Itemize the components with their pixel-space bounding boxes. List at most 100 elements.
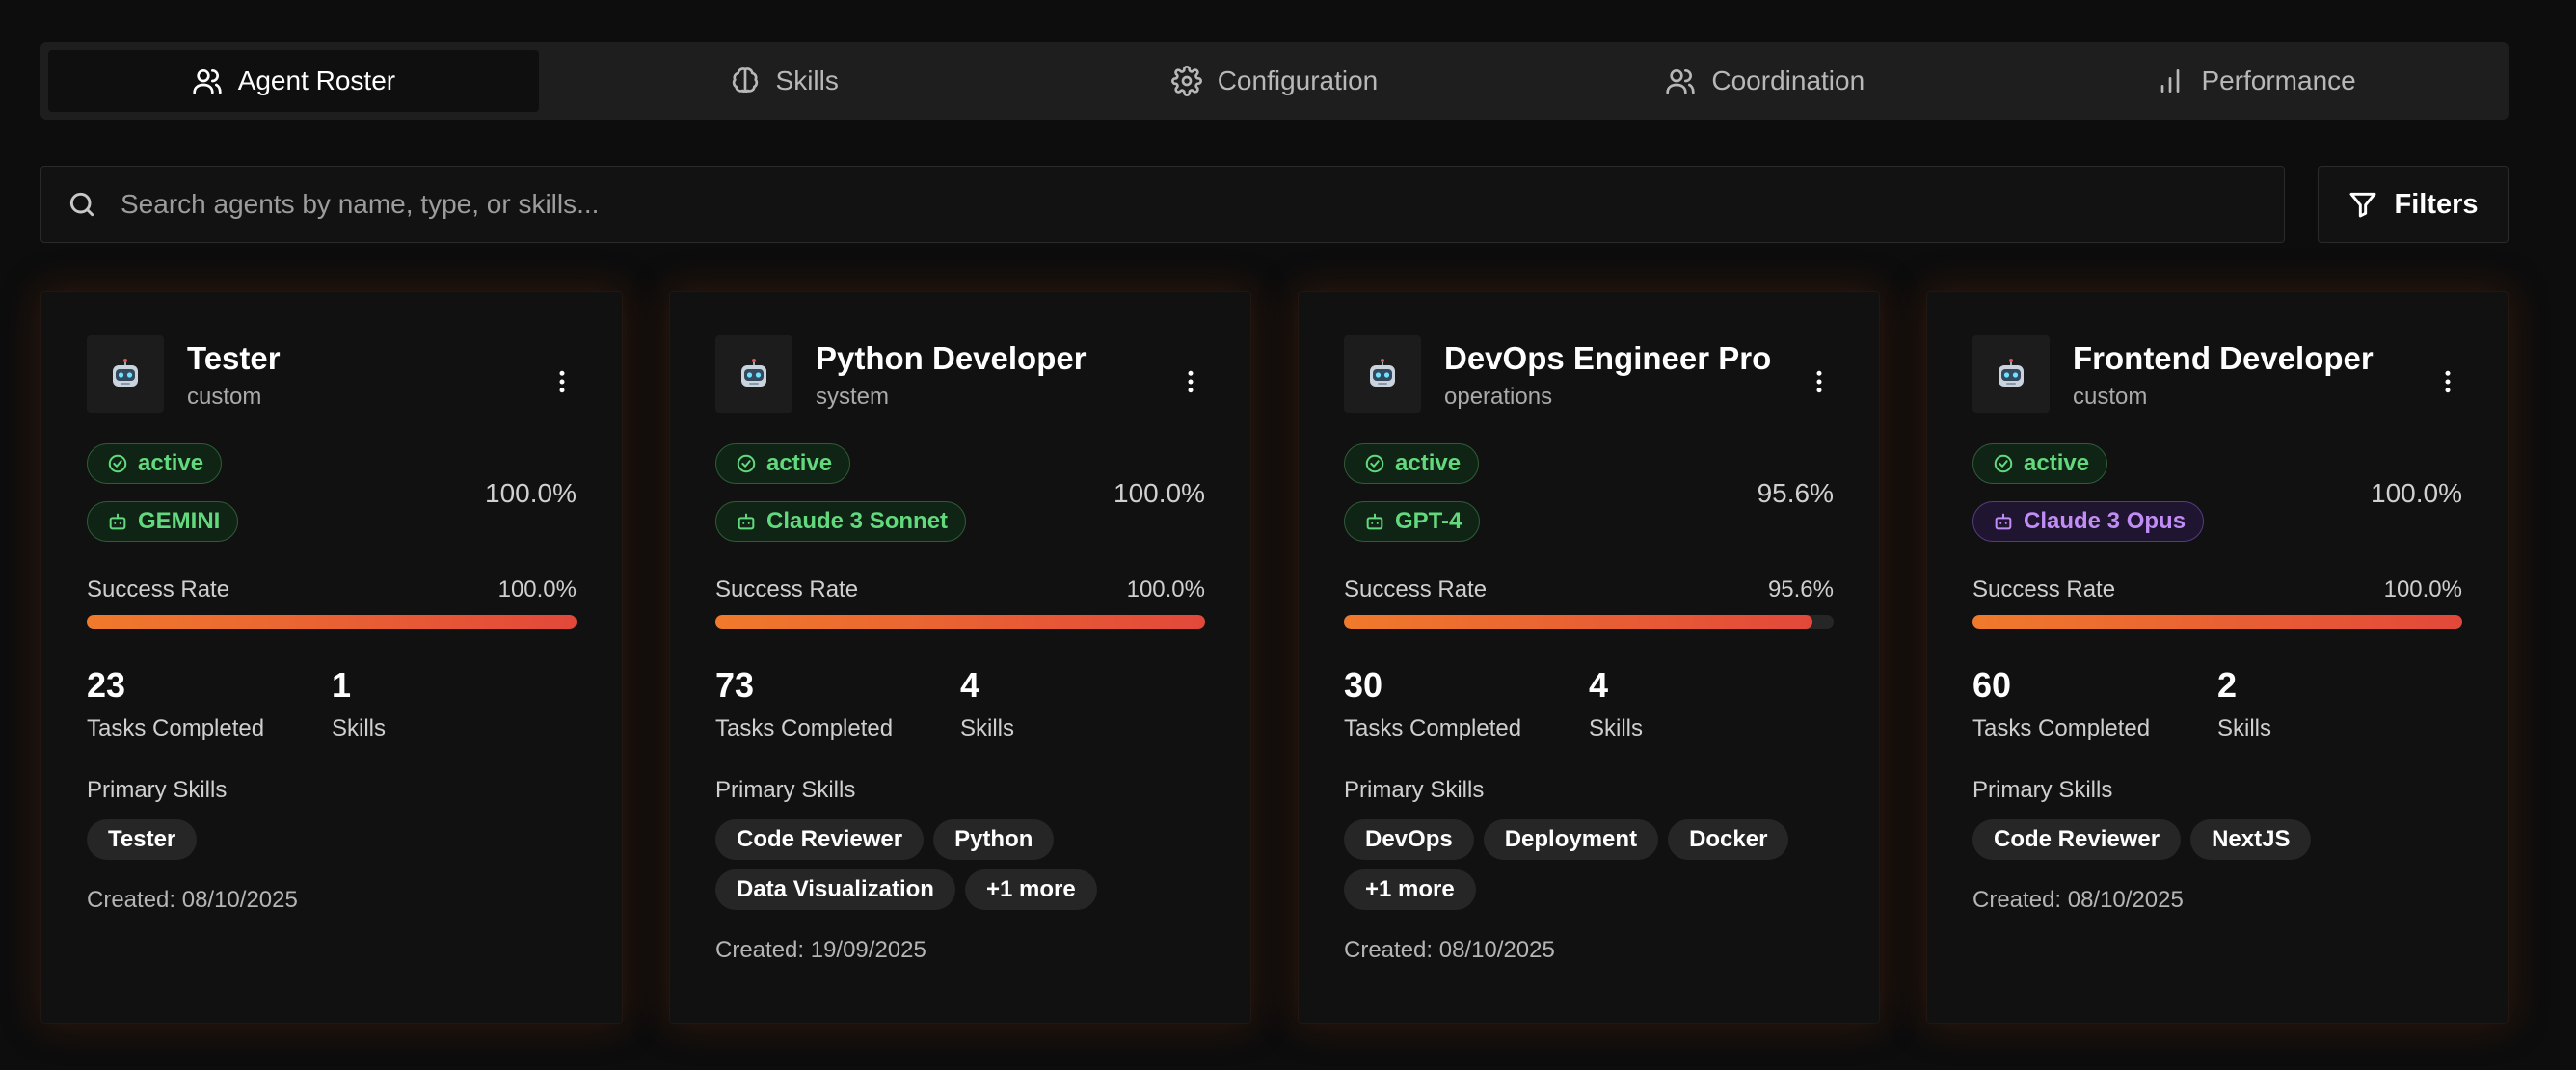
agent-card[interactable]: DevOps Engineer Pro operations active GP…: [1298, 291, 1880, 1024]
skill-chips: Tester: [87, 819, 577, 860]
tab-label: Skills: [775, 66, 839, 95]
tab-coordination[interactable]: Coordination: [1519, 50, 2010, 112]
search-icon: [69, 192, 94, 217]
brain-icon: [732, 67, 758, 93]
robot-avatar: [87, 335, 164, 413]
primary-skills-label: Primary Skills: [87, 777, 228, 803]
skills-count: 4: [1589, 665, 1609, 705]
filter-icon: [2350, 192, 2376, 218]
status-badge: active: [1972, 443, 2108, 484]
more-vertical-icon: [2445, 370, 2451, 393]
tab-agent-roster[interactable]: Agent Roster: [48, 50, 539, 112]
filters-label: Filters: [2394, 188, 2479, 220]
agent-type: custom: [187, 384, 262, 410]
success-rate-bar-fill: [1972, 615, 2462, 629]
tasks-completed-count: 23: [87, 665, 126, 705]
skills-count: 2: [2217, 665, 2238, 705]
search-input[interactable]: [121, 189, 2284, 220]
model-text: Claude 3 Sonnet: [766, 508, 949, 534]
status-badge: active: [715, 443, 851, 484]
more-options-button[interactable]: [548, 362, 577, 401]
skill-chip: Docker: [1668, 819, 1789, 860]
success-rate-label: Success Rate: [1344, 576, 1488, 602]
success-rate-label: Success Rate: [1972, 576, 2116, 602]
skill-chip: Python: [933, 819, 1055, 860]
robot-icon: [1999, 359, 2024, 387]
success-rate-bar: [1344, 615, 1834, 629]
more-skills-chip[interactable]: +1 more: [1344, 869, 1476, 910]
skill-chip: Code Reviewer: [715, 819, 925, 860]
created-date: Created: 08/10/2025: [1972, 887, 2184, 913]
bot-icon: [109, 513, 126, 530]
skills-count: 4: [960, 665, 980, 705]
skill-chip: NextJS: [2190, 819, 2312, 860]
skill-chip: Tester: [87, 819, 198, 860]
robot-avatar: [715, 335, 792, 413]
model-badge: GEMINI: [87, 501, 239, 542]
agent-card[interactable]: Python Developer system active Claude 3 …: [669, 291, 1251, 1024]
tasks-completed-label: Tasks Completed: [87, 715, 265, 741]
agent-card[interactable]: Frontend Developer custom active Claude …: [1926, 291, 2509, 1024]
robot-icon: [741, 359, 766, 387]
status-text: active: [766, 450, 833, 476]
model-text: GPT-4: [1395, 508, 1462, 534]
status-text: active: [138, 450, 204, 476]
more-vertical-icon: [559, 370, 565, 393]
tab-skills[interactable]: Skills: [539, 50, 1030, 112]
agent-name: Python Developer: [816, 340, 1087, 376]
tab-label: Agent Roster: [237, 66, 396, 95]
check-circle-icon: [1365, 454, 1384, 473]
status-text: active: [2024, 450, 2090, 476]
bot-icon: [1995, 513, 2012, 530]
gear-icon: [1170, 66, 1202, 96]
status-badge: active: [87, 443, 223, 484]
agent-name: DevOps Engineer Pro: [1444, 340, 1772, 376]
bot-icon: [1366, 513, 1383, 530]
skills-label: Skills: [1589, 715, 1644, 741]
agent-name: Frontend Developer: [2073, 340, 2374, 376]
success-rate-bar-fill: [1344, 615, 1812, 629]
skills-label: Skills: [2217, 715, 2272, 741]
agent-type: system: [816, 384, 890, 410]
skill-chip: DevOps: [1344, 819, 1474, 860]
model-text: GEMINI: [138, 508, 221, 534]
success-rate-value: 100.0%: [2371, 478, 2462, 508]
status-text: active: [1395, 450, 1462, 476]
skills-count: 1: [332, 665, 352, 705]
success-rate-label: Success Rate: [87, 576, 230, 602]
more-options-button[interactable]: [1176, 362, 1205, 401]
check-circle-icon: [737, 454, 756, 473]
bot-icon: [738, 513, 755, 530]
primary-skills-label: Primary Skills: [715, 777, 856, 803]
agent-name: Tester: [187, 340, 281, 376]
tasks-completed-label: Tasks Completed: [715, 715, 894, 741]
agent-card[interactable]: Tester custom active GEMINI 100.0% Succe…: [40, 291, 623, 1024]
tab-performance[interactable]: Performance: [2010, 50, 2501, 112]
users-icon: [1666, 69, 1696, 94]
success-rate-bar: [715, 615, 1205, 629]
skill-chip: Code Reviewer: [1972, 819, 2182, 860]
created-date: Created: 08/10/2025: [1344, 937, 1555, 963]
success-rate-value: 100.0%: [485, 478, 577, 508]
robot-avatar: [1344, 335, 1421, 413]
robot-icon: [1370, 359, 1395, 387]
model-badge: Claude 3 Sonnet: [715, 501, 967, 542]
status-badge: active: [1344, 443, 1480, 484]
more-options-button[interactable]: [1805, 362, 1834, 401]
model-badge: GPT-4: [1344, 501, 1481, 542]
skill-chips: DevOps Deployment Docker +1 more: [1344, 819, 1834, 910]
success-rate-percent: 100.0%: [497, 576, 577, 602]
check-circle-icon: [1994, 454, 2013, 473]
primary-skills-label: Primary Skills: [1972, 777, 2113, 803]
robot-icon: [113, 359, 138, 387]
filters-button[interactable]: Filters: [2318, 166, 2509, 243]
tab-configuration[interactable]: Configuration: [1030, 50, 1520, 112]
tasks-completed-label: Tasks Completed: [1972, 715, 2151, 741]
tasks-completed-label: Tasks Completed: [1344, 715, 1522, 741]
more-skills-chip[interactable]: +1 more: [964, 869, 1097, 910]
more-vertical-icon: [1188, 370, 1194, 393]
more-vertical-icon: [1816, 370, 1822, 393]
success-rate-value: 95.6%: [1757, 478, 1834, 508]
more-options-button[interactable]: [2433, 362, 2462, 401]
search-row: Filters: [40, 166, 2509, 243]
